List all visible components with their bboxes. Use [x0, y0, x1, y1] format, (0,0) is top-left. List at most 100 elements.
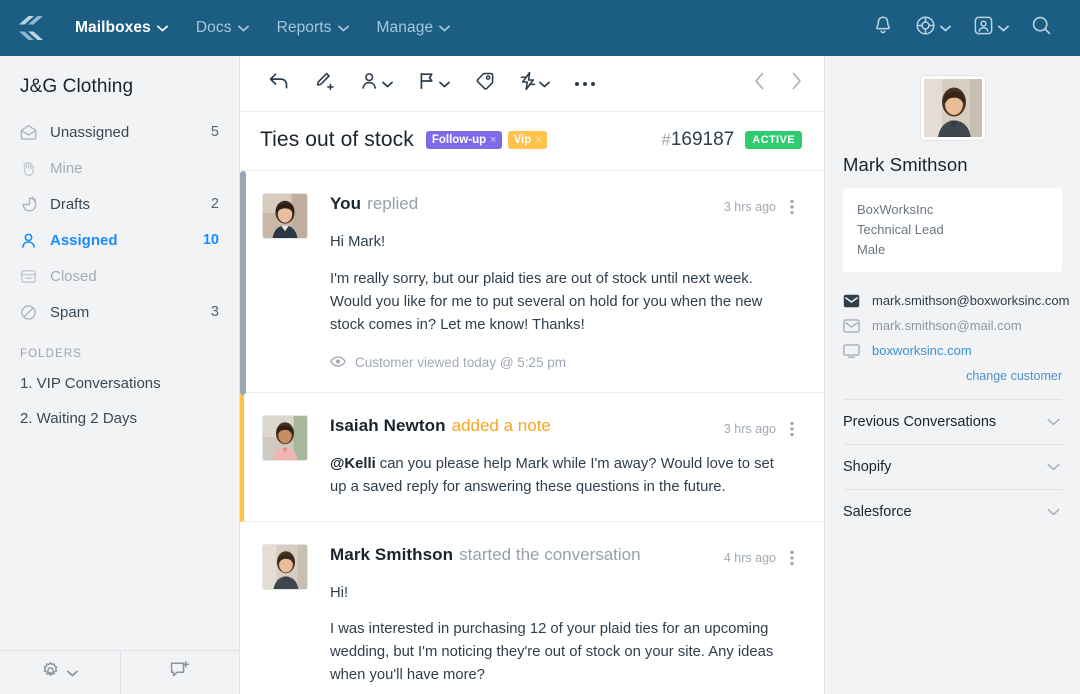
- chevron-down-icon: [998, 19, 1009, 37]
- accordion-label: Shopify: [843, 459, 892, 476]
- nav-item-label: Mailboxes: [75, 19, 151, 36]
- sidebar-item-label: Closed: [50, 267, 97, 285]
- avatar[interactable]: [262, 543, 308, 590]
- customer-website[interactable]: boxworksinc.com: [843, 338, 1062, 363]
- message-text: @Kelli can you please help Mark while I'…: [330, 453, 794, 499]
- conversation-title: Ties out of stock: [260, 128, 414, 151]
- chevron-down-icon: [237, 19, 249, 37]
- tag-button[interactable]: [466, 65, 503, 102]
- sidebar-item-spam[interactable]: Spam 3: [0, 294, 239, 330]
- account-person-button[interactable]: [963, 9, 1019, 47]
- tag-remove-icon[interactable]: ×: [490, 134, 496, 146]
- customer-website-value: boxworksinc.com: [872, 343, 972, 359]
- message-body: Mark Smithson started the conversation 4 …: [330, 544, 794, 688]
- sidebar-item-assigned[interactable]: Assigned 10: [0, 222, 239, 258]
- chevron-down-icon: [439, 19, 451, 37]
- add-note-button[interactable]: [306, 65, 344, 102]
- message-timestamp: 4 hrs ago: [723, 550, 776, 565]
- sidebar-item-label: Unassigned: [50, 123, 130, 141]
- customer-email-primary[interactable]: mark.smithson@boxworksinc.com: [843, 288, 1069, 313]
- message-paragraph: @Kelli can you please help Mark while I'…: [330, 453, 794, 499]
- person-icon: [20, 232, 42, 249]
- accordion-shopify[interactable]: Shopify: [843, 444, 1062, 489]
- message-meta: 3 hrs ago: [724, 194, 794, 215]
- kebab-menu-icon[interactable]: [790, 199, 794, 215]
- more-options-button[interactable]: [566, 69, 604, 99]
- hash-symbol: #: [661, 130, 671, 149]
- avatar[interactable]: [262, 414, 308, 461]
- nav-item-mailboxes[interactable]: Mailboxes: [62, 12, 181, 44]
- flag-icon: [417, 71, 437, 96]
- change-customer-link[interactable]: change customer: [843, 369, 1062, 383]
- chevron-down-icon: [1047, 504, 1060, 520]
- tag-remove-icon[interactable]: ×: [535, 134, 541, 146]
- tag-vip[interactable]: Vip ×: [507, 131, 547, 149]
- mention[interactable]: @Kelli: [330, 456, 376, 472]
- sidebar-item-drafts[interactable]: Drafts 2: [0, 186, 239, 222]
- kebab-menu-icon[interactable]: [790, 550, 794, 566]
- tag-follow-up[interactable]: Follow-up ×: [425, 131, 502, 149]
- message-paragraph-rest: can you please help Mark while I'm away?…: [330, 455, 774, 495]
- sidebar-item-closed[interactable]: Closed: [0, 258, 239, 294]
- account-person-icon: [973, 15, 994, 41]
- helpscout-logo-icon[interactable]: [14, 13, 48, 43]
- thread-scrollbar[interactable]: [240, 171, 246, 395]
- nav-item-reports[interactable]: Reports: [264, 12, 362, 44]
- nav-item-docs[interactable]: Docs: [183, 12, 262, 44]
- next-conversation-button[interactable]: [785, 68, 808, 99]
- message-header: You replied 3 hrs ago: [330, 194, 794, 215]
- message-header: Isaiah Newton added a note 3 hrs ago: [330, 416, 794, 437]
- accordion-previous-conversations[interactable]: Previous Conversations: [843, 399, 1062, 444]
- search-button[interactable]: [1021, 9, 1062, 47]
- message-paragraph: Hi Mark!: [330, 234, 386, 250]
- customer-role: Technical Lead: [857, 222, 944, 238]
- avatar[interactable]: [262, 193, 308, 239]
- eye-icon: [330, 355, 346, 370]
- support-lifebuoy-icon: [915, 15, 936, 41]
- sidebar-item-unassigned[interactable]: Unassigned 5: [0, 114, 239, 150]
- ellipsis-icon: [574, 75, 596, 93]
- customer-details-card: BoxWorksInc Technical Lead Male: [843, 188, 1062, 273]
- chevron-down-icon: [539, 75, 550, 93]
- sidebar-item-label: Drafts: [50, 195, 91, 213]
- message-text: Hi Mark! I'm really sorry, but our plaid…: [330, 231, 794, 337]
- pencil-plus-icon: [314, 71, 336, 96]
- message-meta: 4 hrs ago: [724, 545, 794, 566]
- message-body: You replied 3 hrs ago Hi Mark! I'm reall…: [330, 193, 794, 370]
- customer-email-secondary[interactable]: mark.smithson@mail.com: [843, 313, 1062, 338]
- message-timestamp: 3 hrs ago: [723, 200, 776, 214]
- customer-company: BoxWorksInc: [857, 202, 934, 217]
- notifications-bell-button[interactable]: [863, 9, 903, 47]
- chevron-right-icon: [791, 72, 802, 94]
- conversation-pagination: [748, 68, 808, 99]
- sidebar-item-count: 5: [210, 124, 219, 140]
- support-lifebuoy-button[interactable]: [905, 9, 961, 47]
- status-badge[interactable]: ACTIVE: [745, 131, 802, 149]
- message-author: Isaiah Newton: [330, 415, 446, 435]
- message-item: Isaiah Newton added a note 3 hrs ago @Kel…: [240, 392, 824, 522]
- hand-icon: [20, 160, 42, 177]
- workflow-button[interactable]: [511, 65, 558, 102]
- nav-item-label: Manage: [376, 19, 434, 36]
- sidebar-folder-waiting-2-days[interactable]: 2. Waiting 2 Days: [0, 401, 239, 436]
- kebab-menu-icon[interactable]: [790, 421, 794, 437]
- sidebar-item-mine[interactable]: Mine: [0, 150, 239, 186]
- nav-item-manage[interactable]: Manage: [364, 12, 464, 44]
- reply-button[interactable]: [260, 65, 298, 102]
- assign-button[interactable]: [352, 65, 401, 102]
- sidebar-item-label: Mine: [50, 159, 83, 177]
- message-body: Isaiah Newton added a note 3 hrs ago @Kel…: [330, 415, 794, 499]
- sidebar-folder-vip-conversations[interactable]: 1. VIP Conversations: [0, 366, 239, 401]
- conversation-number-value: 169187: [670, 129, 735, 150]
- status-flag-button[interactable]: [409, 65, 458, 102]
- sidebar-item-count: 3: [210, 304, 219, 320]
- previous-conversation-button[interactable]: [748, 68, 771, 99]
- settings-gear-button[interactable]: [0, 651, 120, 694]
- new-conversation-button[interactable]: [119, 651, 240, 694]
- accordion-salesforce[interactable]: Salesforce: [843, 489, 1062, 534]
- message-paragraph: Hi!: [330, 584, 349, 601]
- primary-nav-items: Mailboxes Docs Reports Manage: [62, 12, 463, 44]
- envelope-outline-icon: [843, 319, 861, 333]
- sidebar-item-count: 10: [202, 232, 219, 248]
- avatar[interactable]: [920, 76, 985, 140]
